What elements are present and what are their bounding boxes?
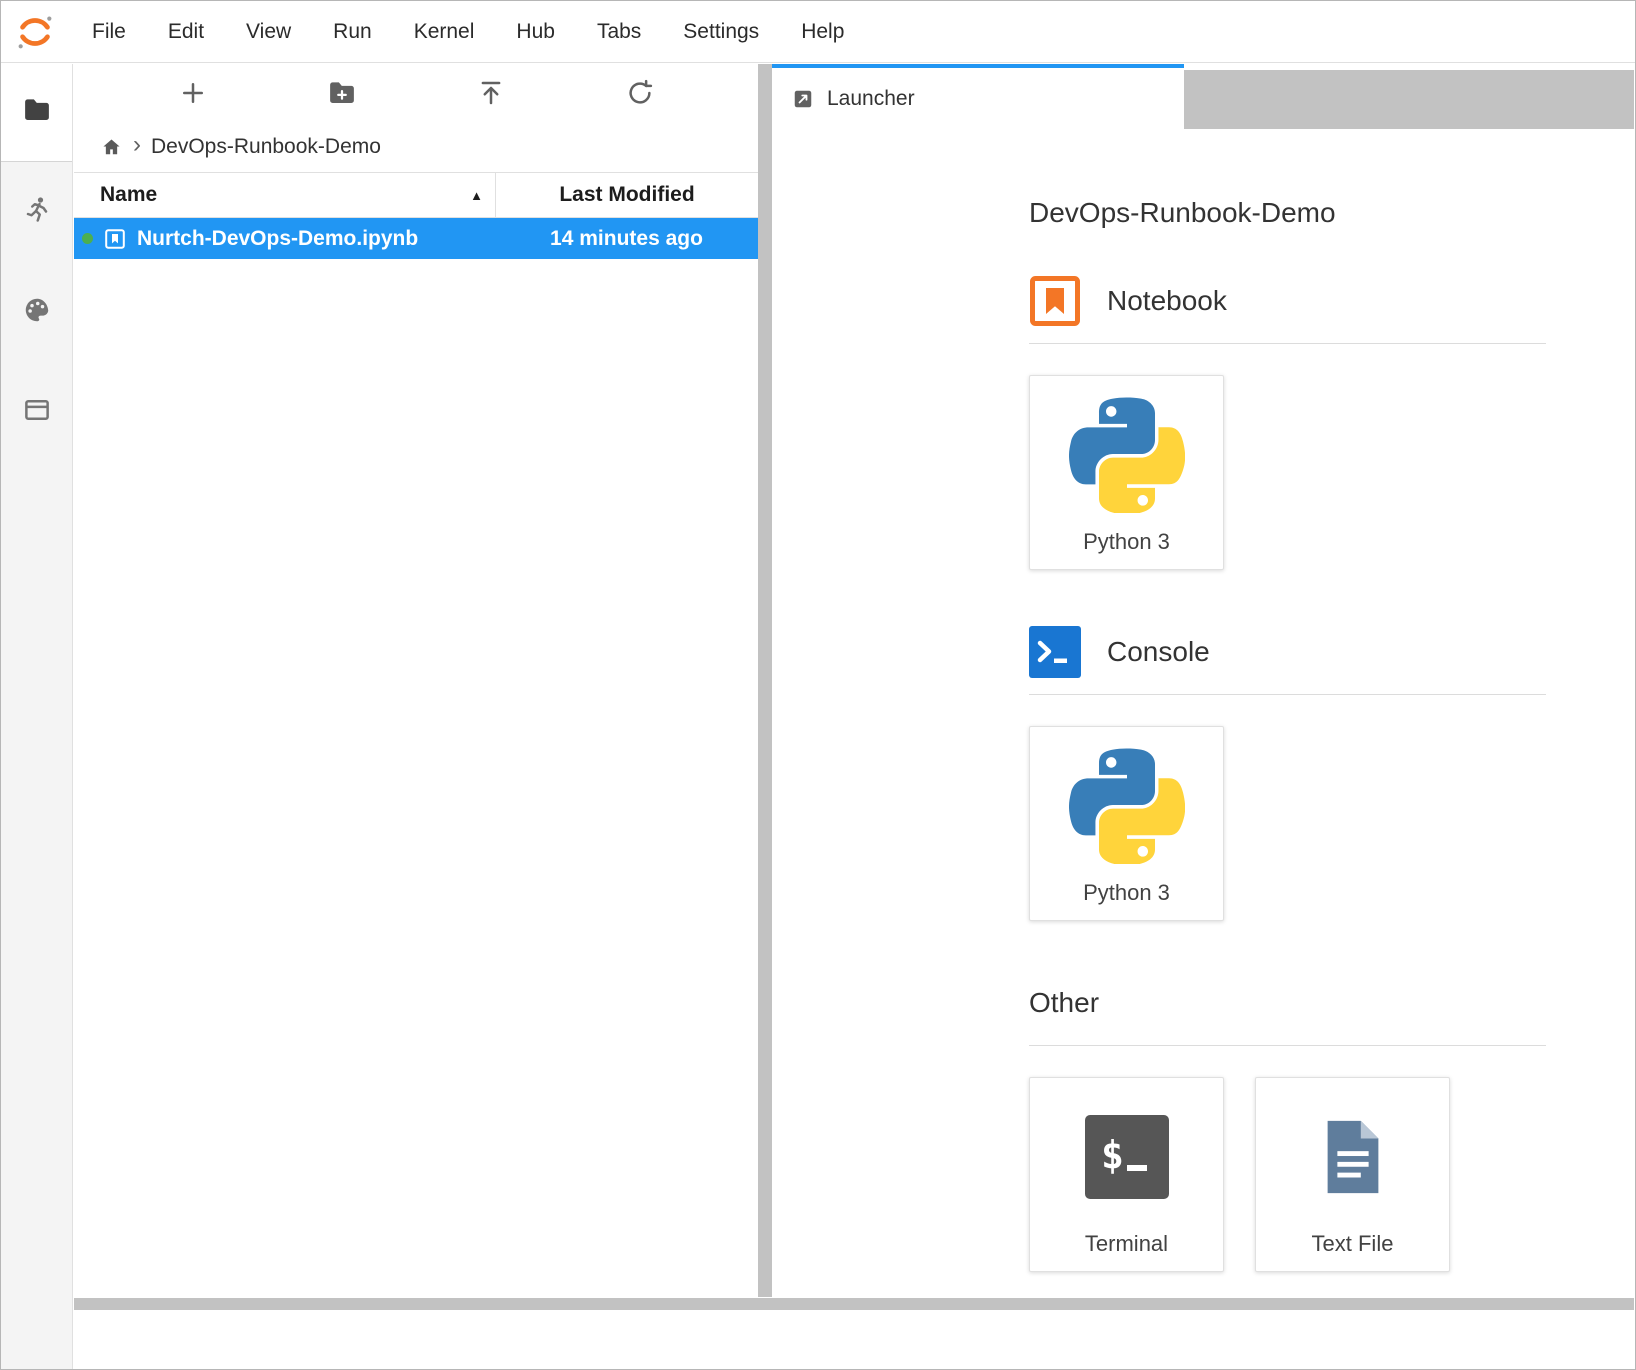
section-header-notebook: Notebook xyxy=(1029,275,1634,327)
python-logo-icon xyxy=(1069,727,1185,880)
text-file-icon xyxy=(1312,1078,1394,1231)
sidebar-tab-open-tabs[interactable] xyxy=(1,362,72,462)
section-header-other: Other xyxy=(1029,986,1634,1020)
column-header-last-modified[interactable]: Last Modified xyxy=(495,173,758,217)
dock-tab-bar: Launcher xyxy=(772,64,1634,129)
python-logo-icon xyxy=(1069,376,1185,529)
section-label: Other xyxy=(1029,987,1099,1019)
home-icon[interactable] xyxy=(100,136,123,159)
launcher-card-notebook-python3[interactable]: Python 3 xyxy=(1029,375,1224,570)
menu-settings[interactable]: Settings xyxy=(662,2,780,62)
last-modified-column-label: Last Modified xyxy=(559,183,694,207)
menu-tabs[interactable]: Tabs xyxy=(576,2,662,62)
launcher-panel: DevOps-Runbook-Demo Notebook xyxy=(772,129,1634,1297)
main-dock-panel: Launcher DevOps-Runbook-Demo Notebook xyxy=(772,64,1634,1297)
tab-launcher[interactable]: Launcher xyxy=(772,64,1184,129)
card-label: Python 3 xyxy=(1083,880,1170,906)
file-last-modified: 14 minutes ago xyxy=(495,218,758,259)
svg-text:$: $ xyxy=(1101,1133,1124,1177)
menu-help[interactable]: Help xyxy=(780,2,865,62)
breadcrumb: › DevOps-Runbook-Demo xyxy=(74,122,758,172)
menu-hub[interactable]: Hub xyxy=(495,2,576,62)
menu-file[interactable]: File xyxy=(71,2,147,62)
jupyterlab-window: File Edit View Run Kernel Hub Tabs Setti… xyxy=(0,0,1636,1370)
breadcrumb-folder[interactable]: DevOps-Runbook-Demo xyxy=(151,135,381,159)
refresh-button[interactable] xyxy=(622,75,658,111)
window-icon xyxy=(22,395,52,430)
running-man-icon xyxy=(22,195,52,230)
refresh-icon xyxy=(625,78,655,108)
panel-splitter[interactable] xyxy=(758,64,772,1297)
file-browser-panel: › DevOps-Runbook-Demo Name ▲ Last Modifi… xyxy=(74,64,758,1297)
section-label: Console xyxy=(1107,636,1210,668)
file-name: Nurtch-DevOps-Demo.ipynb xyxy=(137,227,418,251)
tab-label: Launcher xyxy=(827,87,915,111)
section-header-console: Console xyxy=(1029,626,1634,678)
sort-ascending-icon: ▲ xyxy=(470,188,483,203)
launcher-tab-icon xyxy=(792,88,814,110)
menu-run[interactable]: Run xyxy=(312,2,393,62)
file-row-selected[interactable]: Nurtch-DevOps-Demo.ipynb 14 minutes ago xyxy=(74,218,758,259)
sidebar-tab-commands[interactable] xyxy=(1,262,72,362)
left-sidebar xyxy=(1,64,73,1369)
name-column-label: Name xyxy=(100,183,157,207)
new-folder-icon xyxy=(327,78,357,108)
console-icon xyxy=(1029,626,1081,678)
kernel-running-dot-icon xyxy=(82,233,93,244)
menu-edit[interactable]: Edit xyxy=(147,2,225,62)
upload-button[interactable] xyxy=(473,75,509,111)
new-launcher-button[interactable] xyxy=(175,75,211,111)
sidebar-tab-running[interactable] xyxy=(1,162,72,262)
menu-bar: File Edit View Run Kernel Hub Tabs Setti… xyxy=(1,1,1635,63)
menu-view[interactable]: View xyxy=(225,2,312,62)
sidebar-tab-files[interactable] xyxy=(1,64,72,162)
upload-icon xyxy=(476,78,506,108)
card-label: Text File xyxy=(1312,1231,1394,1257)
launcher-card-terminal[interactable]: $ Terminal xyxy=(1029,1077,1224,1272)
jupyter-logo-icon xyxy=(13,10,57,54)
file-list-header: Name ▲ Last Modified xyxy=(74,172,758,218)
column-header-name[interactable]: Name ▲ xyxy=(74,173,495,217)
tab-bar-empty-area xyxy=(1184,70,1634,129)
card-label: Terminal xyxy=(1085,1231,1168,1257)
new-folder-button[interactable] xyxy=(324,75,360,111)
card-label: Python 3 xyxy=(1083,529,1170,555)
terminal-icon: $ xyxy=(1085,1078,1169,1231)
file-row-name-cell: Nurtch-DevOps-Demo.ipynb xyxy=(74,218,495,259)
breadcrumb-separator: › xyxy=(133,133,141,161)
palette-icon xyxy=(22,295,52,330)
launcher-card-text-file[interactable]: Text File xyxy=(1255,1077,1450,1272)
launcher-title: DevOps-Runbook-Demo xyxy=(1029,197,1634,229)
launcher-card-console-python3[interactable]: Python 3 xyxy=(1029,726,1224,921)
menu-kernel[interactable]: Kernel xyxy=(393,2,496,62)
notebook-icon xyxy=(1029,275,1081,327)
window-bottom-strip xyxy=(74,1298,1634,1310)
file-browser-toolbar xyxy=(74,64,758,122)
section-label: Notebook xyxy=(1107,285,1227,317)
plus-icon xyxy=(178,78,208,108)
notebook-file-icon xyxy=(103,227,127,251)
folder-icon xyxy=(22,95,52,130)
